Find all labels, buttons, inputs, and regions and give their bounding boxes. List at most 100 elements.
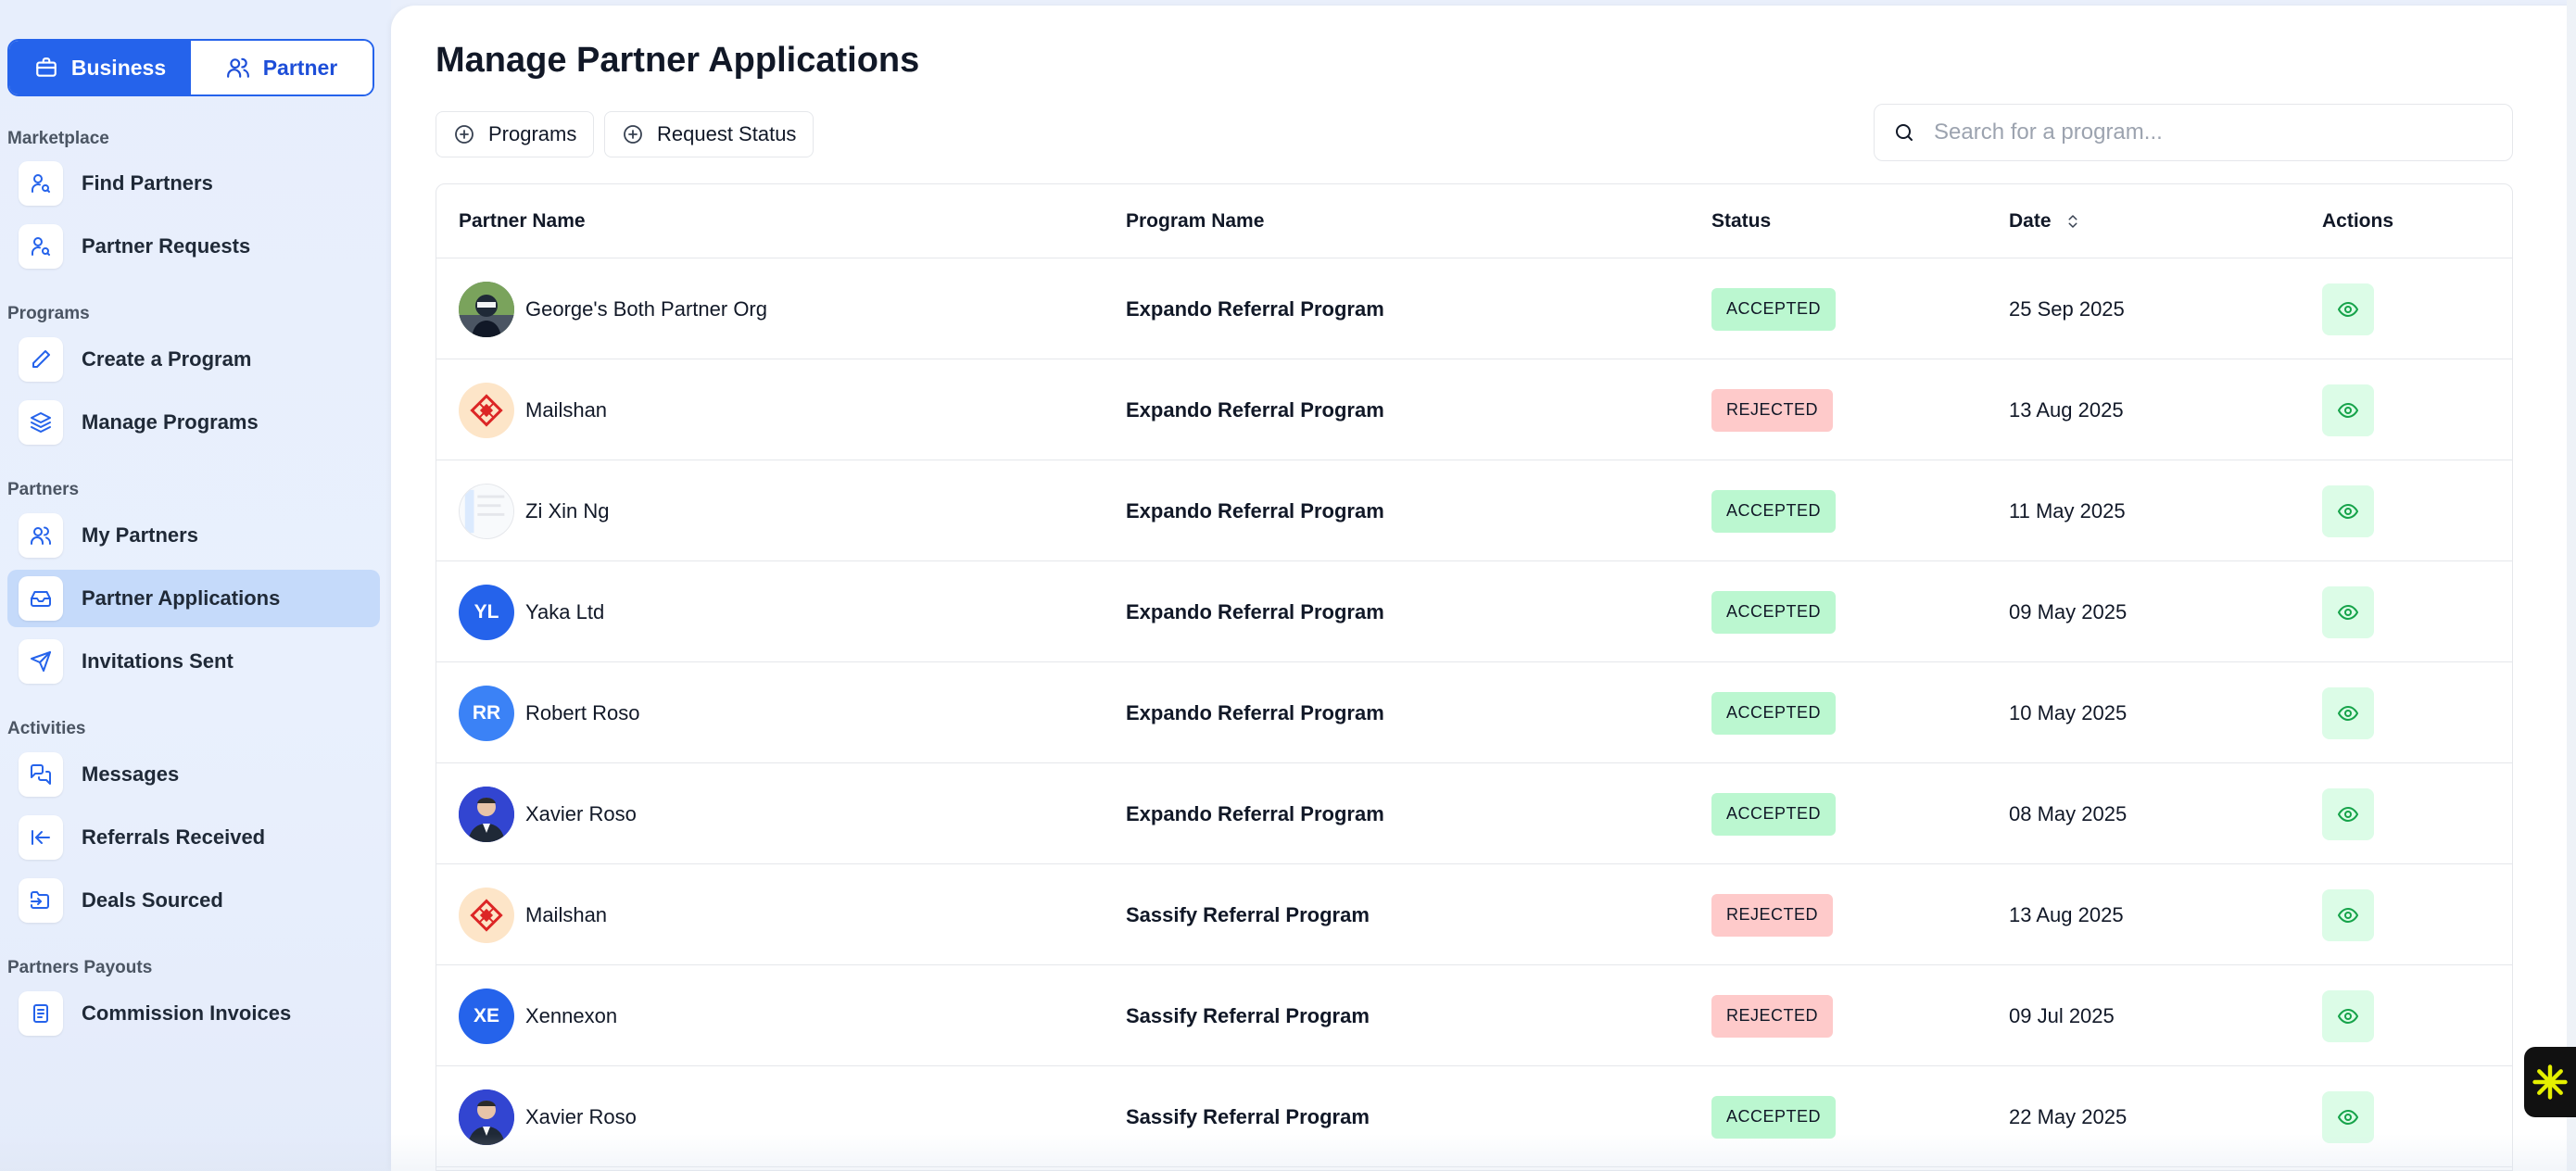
search-icon: [1896, 124, 1913, 141]
status-badge: ACCEPTED: [1711, 1095, 1837, 1139]
status-badge: REJECTED: [1711, 994, 1834, 1038]
request-status-filter-label: Request Status: [657, 122, 797, 145]
column-header-partner[interactable]: Partner Name: [459, 210, 586, 233]
status-cell: REJECTED: [1711, 864, 1834, 965]
actions-cell: [2322, 763, 2374, 864]
eye-icon: [2338, 604, 2358, 620]
sidebar: Business Partner Marketplace Find Partne…: [0, 0, 391, 1171]
actions-cell: [2322, 359, 2374, 460]
view-button[interactable]: [2322, 989, 2374, 1042]
mailshan-logo-icon: [470, 393, 503, 427]
view-button[interactable]: [2322, 485, 2374, 537]
sidebar-item-label: Manage Programs: [82, 410, 259, 434]
help-widget-button[interactable]: [2524, 1047, 2576, 1117]
sidebar-item-referrals-received[interactable]: Referrals Received: [7, 809, 380, 866]
view-button[interactable]: [2322, 384, 2374, 436]
column-header-program[interactable]: Program Name: [1126, 210, 1264, 233]
sidebar-item-label: Messages: [82, 762, 180, 786]
avatar: [459, 887, 514, 943]
sidebar-item-manage-programs[interactable]: Manage Programs: [7, 394, 380, 451]
status-badge: ACCEPTED: [1711, 590, 1837, 634]
programs-filter-label: Programs: [488, 122, 577, 145]
status-badge: ACCEPTED: [1711, 287, 1837, 331]
partner-cell: Xavier Roso: [459, 1066, 637, 1167]
sidebar-item-my-partners[interactable]: My Partners: [7, 507, 380, 564]
date-text: 13 Aug 2025: [2009, 902, 2124, 926]
date-text: 22 May 2025: [2009, 1104, 2128, 1128]
status-badge: REJECTED: [1711, 388, 1834, 432]
view-button[interactable]: [2322, 787, 2374, 840]
search-box: [1874, 104, 2513, 161]
actions-cell: [2322, 965, 2374, 1066]
date-cell: 25 Sep 2025: [2009, 258, 2125, 359]
date-text: 13 Aug 2025: [2009, 397, 2124, 422]
program-cell: Expando Referral Program: [1126, 258, 1384, 359]
program-name: Expando Referral Program: [1126, 397, 1384, 422]
date-cell: 13 Aug 2025: [2009, 359, 2124, 460]
sidebar-item-commission-invoices[interactable]: Commission Invoices: [7, 985, 380, 1042]
avatar-person-icon: [459, 786, 514, 842]
column-header-date[interactable]: Date: [2009, 210, 2081, 233]
program-name: Expando Referral Program: [1126, 801, 1384, 825]
eye-icon: [2338, 907, 2358, 923]
sidebar-item-find-partners[interactable]: Find Partners: [7, 155, 380, 212]
date-cell: 13 Aug 2025: [2009, 864, 2124, 965]
partner-name: Xennexon: [525, 1003, 618, 1027]
sidebar-item-partner-applications[interactable]: Partner Applications: [7, 570, 380, 627]
app-root: Business Partner Marketplace Find Partne…: [0, 0, 2576, 1171]
status-badge: ACCEPTED: [1711, 792, 1837, 836]
view-button[interactable]: [2322, 586, 2374, 638]
status-cell: ACCEPTED: [1711, 763, 1837, 864]
date-text: 10 May 2025: [2009, 700, 2128, 724]
user-search-icon: [32, 174, 50, 193]
date-text: 25 Sep 2025: [2009, 296, 2125, 321]
section-label-partners: Partners: [7, 480, 80, 499]
partner-toggle-button[interactable]: Partner: [191, 41, 373, 94]
eye-icon: [2338, 1109, 2358, 1125]
sidebar-item-create-program[interactable]: Create a Program: [7, 331, 380, 388]
status-badge: ACCEPTED: [1711, 489, 1837, 533]
sidebar-item-deals-sourced[interactable]: Deals Sourced: [7, 872, 380, 929]
view-button[interactable]: [2322, 888, 2374, 941]
program-name: Sassify Referral Program: [1126, 1104, 1370, 1128]
program-cell: Expando Referral Program: [1126, 460, 1384, 561]
scrollbar[interactable]: [2567, 0, 2576, 1171]
sidebar-item-messages[interactable]: Messages: [7, 746, 380, 803]
asterisk-logo-icon: [2532, 1064, 2568, 1100]
mailshan-logo-icon: [470, 898, 503, 932]
sidebar-item-partner-requests[interactable]: Partner Requests: [7, 218, 380, 275]
programs-filter-button[interactable]: Programs: [436, 111, 595, 157]
sort-icon[interactable]: [2065, 213, 2081, 230]
request-status-filter-button[interactable]: Request Status: [604, 111, 814, 157]
program-name: Expando Referral Program: [1126, 700, 1384, 724]
nav-icon-box: [19, 161, 63, 206]
view-button[interactable]: [2322, 1090, 2374, 1143]
avatar: [459, 382, 514, 438]
section-label-activities: Activities: [7, 719, 86, 738]
column-header-status[interactable]: Status: [1711, 210, 1771, 233]
sidebar-item-label: My Partners: [82, 523, 198, 547]
plus-circle-icon: [624, 125, 642, 144]
business-toggle-button[interactable]: Business: [9, 41, 191, 94]
actions-cell: [2322, 1066, 2374, 1167]
program-name: Sassify Referral Program: [1126, 902, 1370, 926]
view-button[interactable]: [2322, 686, 2374, 739]
view-button[interactable]: [2322, 283, 2374, 335]
sidebar-item-invitations-sent[interactable]: Invitations Sent: [7, 633, 380, 690]
status-cell: ACCEPTED: [1711, 1066, 1837, 1167]
date-text: 09 Jul 2025: [2009, 1003, 2115, 1027]
search-input[interactable]: [1932, 119, 2488, 146]
actions-cell: [2322, 258, 2374, 359]
users-icon: [226, 57, 249, 78]
users-icon: [31, 526, 51, 545]
nav-icon-box: [19, 639, 63, 684]
eye-icon: [2338, 806, 2358, 822]
partner-name: Zi Xin Ng: [525, 498, 610, 523]
nav-icon-box: [19, 337, 63, 382]
partner-cell: Mailshan: [459, 359, 607, 460]
pencil-icon: [32, 350, 50, 368]
status-cell: ACCEPTED: [1711, 460, 1837, 561]
avatar-photo-icon: [459, 281, 514, 337]
nav-icon-box: [19, 752, 63, 797]
sidebar-item-label: Commission Invoices: [82, 1001, 292, 1025]
